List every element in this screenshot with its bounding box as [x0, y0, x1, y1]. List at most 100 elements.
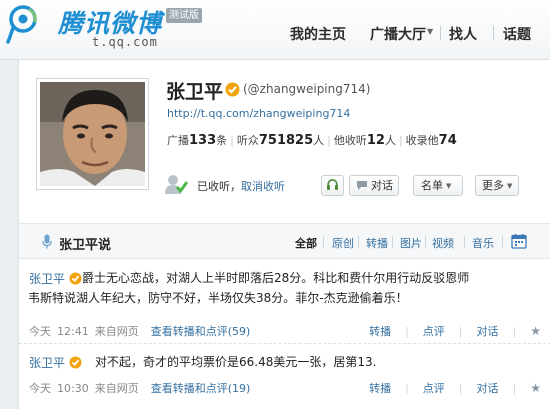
followed-user-icon [165, 175, 188, 194]
stat-value: 751825 [258, 133, 314, 148]
repost-count[interactable]: (19) [228, 382, 251, 395]
favorite-star-icon[interactable]: ★ [530, 324, 541, 338]
post-text: 对不起，奇才的平均票价是66.48美元一张，居第13. [95, 355, 377, 369]
stat-label: 收录他 [405, 134, 439, 147]
tab-divider [464, 236, 465, 248]
stat-divider: | [230, 134, 234, 147]
profile-panel: 张卫平 (@zhangweiping714) http://t.qq.com/z… [18, 60, 550, 409]
microphone-icon [42, 234, 52, 249]
nav-find-people[interactable]: 找人 [449, 24, 477, 44]
stat-broadcasts[interactable]: 广播133条 [167, 133, 228, 148]
chat-action-button[interactable]: 对话 [477, 382, 499, 395]
view-reposts-link[interactable]: 查看转播和点评 [151, 382, 228, 395]
stat-divider: | [327, 134, 331, 147]
tab-videos[interactable]: 视频 [432, 235, 454, 251]
action-divider: | [405, 382, 409, 395]
tab-divider [358, 236, 359, 248]
avatar-photo [40, 82, 145, 186]
timeline-title: 张卫平说 [59, 238, 112, 253]
repost-button[interactable]: 转播 [369, 382, 391, 395]
nav-divider [493, 26, 494, 40]
calendar-icon[interactable] [511, 233, 527, 249]
tab-divider [323, 236, 324, 248]
logo-domain: t.qq.com [92, 35, 158, 49]
action-divider: | [458, 325, 463, 338]
stat-divider: | [398, 134, 403, 147]
chat-button-label: 对话 [371, 179, 393, 192]
stat-unit: 人 [313, 134, 325, 147]
post-author-link[interactable]: 张卫平 [29, 270, 65, 287]
verified-badge-icon [225, 82, 240, 97]
stat-listeners[interactable]: 听众751825人 [236, 133, 325, 148]
tab-divider [392, 236, 393, 248]
profile-name: 张卫平 [166, 81, 224, 103]
action-divider: | [405, 325, 409, 338]
timeline-post: 张卫平 爵士无心恋战，对湖人上半时即落后28分。科比和费什尔用行动反驳恩师 韦斯… [19, 266, 550, 344]
tab-repost[interactable]: 转播 [366, 235, 388, 251]
stat-value: 12 [366, 133, 385, 148]
tab-all[interactable]: 全部 [295, 235, 317, 251]
stat-value: 133 [189, 133, 217, 148]
list-button-label: 名单 [421, 179, 443, 192]
post-source: 来自网页 [94, 325, 139, 338]
stat-listed[interactable]: 收录他74 [405, 133, 457, 148]
repost-button[interactable]: 转播 [369, 325, 391, 338]
tab-images[interactable]: 图片 [400, 235, 422, 251]
unfollow-link[interactable]: 取消收听 [241, 180, 285, 193]
post-source: 来自网页 [94, 382, 139, 395]
listen-button[interactable] [321, 175, 344, 196]
more-button[interactable]: 更多 ▼ [475, 175, 519, 196]
nav-my-homepage[interactable]: 我的主页 [290, 24, 346, 44]
tencent-weibo-logo[interactable]: 腾讯微博 测试版 t.qq.com [6, 2, 206, 50]
view-reposts-link[interactable]: 查看转播和点评 [151, 325, 228, 338]
profile-url-link[interactable]: http://t.qq.com/zhangweiping714 [167, 107, 350, 120]
repost-count[interactable]: (59) [228, 325, 251, 338]
tab-original[interactable]: 原创 [332, 235, 354, 251]
nav-divider [440, 26, 441, 40]
stat-value: 74 [438, 133, 457, 148]
avatar[interactable] [36, 78, 149, 190]
verified-badge-icon [69, 356, 82, 369]
chat-bubble-icon [357, 181, 367, 190]
timeline-post: 张卫平 对不起，奇才的平均票价是66.48美元一张，居第13. 今天 10:30 来… [19, 344, 550, 409]
tab-divider [425, 236, 426, 248]
nav-broadcast-hall[interactable]: 广播大厅 [370, 24, 426, 44]
post-meta: 今天 10:30 来自网页 查看转播和点评(19) [29, 380, 250, 396]
favorite-star-icon[interactable]: ★ [530, 381, 541, 395]
post-date: 今天 [29, 325, 51, 338]
verified-badge-icon [69, 272, 82, 285]
stat-label: 听众 [236, 134, 259, 147]
post-actions: 转播 | 点评 | 对话 | ★ [369, 380, 541, 396]
post-text: 爵士无心恋战，对湖人上半时即落后28分。科比和费什尔用行动反驳恩师 韦斯特说湖人… [28, 268, 532, 308]
post-time[interactable]: 10:30 [57, 382, 89, 395]
comment-button[interactable]: 点评 [423, 382, 445, 395]
list-button[interactable]: 名单 ▼ [413, 175, 463, 196]
post-text-line: 韦斯特说湖人年纪大，防守不好，半场仅失38分。菲尔-杰克逊偷着乐！ [28, 291, 408, 305]
follow-status-label: 已收听， [197, 180, 241, 193]
post-author-link[interactable]: 张卫平 [29, 354, 65, 371]
top-navigation-bar: 腾讯微博 测试版 t.qq.com 我的主页 广播大厅 ▼ 找人 话题 [0, 0, 550, 60]
profile-stats: 广播133条 | 听众751825人 | 他收听12人 | 收录他74 [167, 132, 457, 148]
profile-handle: (@zhangweiping714) [243, 82, 371, 96]
stat-unit: 人 [384, 134, 396, 147]
post-time[interactable]: 12:41 [57, 325, 89, 338]
chevron-down-icon: ▼ [446, 182, 452, 190]
headphones-icon [327, 179, 338, 190]
action-divider: | [512, 382, 517, 395]
stat-unit: 条 [216, 134, 228, 147]
comment-button[interactable]: 点评 [423, 325, 445, 338]
post-actions: 转播 | 点评 | 对话 | ★ [369, 323, 541, 339]
post-meta: 今天 12:41 来自网页 查看转播和点评(59) [29, 323, 250, 339]
chevron-down-icon[interactable]: ▼ [427, 27, 433, 36]
tab-music[interactable]: 音乐 [472, 235, 494, 251]
nav-topics[interactable]: 话题 [503, 24, 531, 44]
post-text-line: 爵士无心恋战，对湖人上半时即落后28分。科比和费什尔用行动反驳恩师 [82, 271, 470, 285]
stat-following[interactable]: 他收听12人 [334, 133, 396, 148]
post-date: 今天 [29, 382, 51, 395]
chat-action-button[interactable]: 对话 [477, 325, 499, 338]
follow-status: 已收听，取消收听 [197, 178, 285, 194]
qq-weibo-logo-icon [6, 5, 37, 44]
chat-button[interactable]: 对话 [349, 175, 399, 196]
action-divider: | [512, 325, 517, 338]
tab-divider [502, 236, 503, 248]
